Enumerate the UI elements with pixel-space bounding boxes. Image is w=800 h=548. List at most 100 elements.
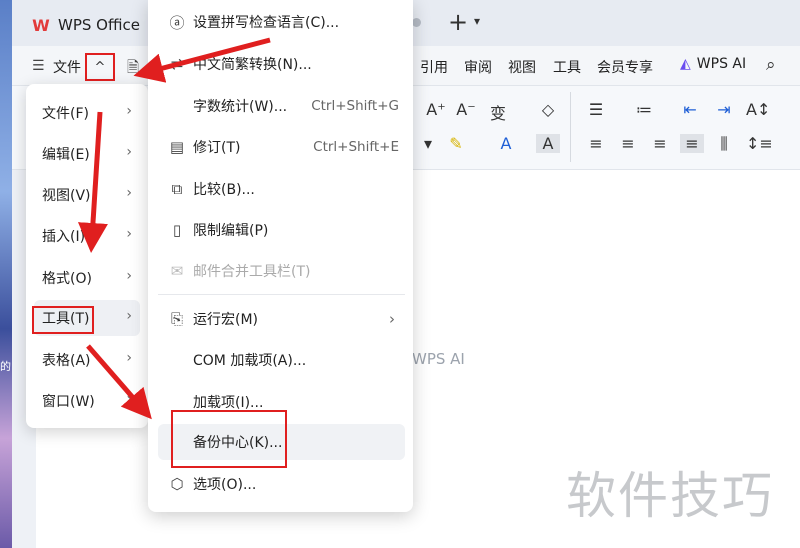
submenu-label: 加载项(I)...: [193, 395, 264, 411]
submenu-options[interactable]: ⬡ 选项(O)...: [158, 466, 405, 502]
phonetic-icon[interactable]: 变: [486, 100, 510, 124]
search-icon[interactable]: ⌕: [766, 55, 776, 75]
submenu-shortcut: Ctrl+Shift+G: [311, 98, 399, 114]
submenu-shortcut: Ctrl+Shift+E: [313, 139, 399, 155]
desktop-fragment-text: 的: [0, 360, 11, 373]
bullet-list-icon[interactable]: ☰: [584, 100, 608, 119]
font-color-icon[interactable]: A: [494, 134, 518, 153]
chevron-right-icon: ›: [126, 308, 132, 324]
chevron-right-icon: ›: [126, 103, 132, 119]
distribute-icon[interactable]: ⫼: [712, 134, 736, 154]
menu-item-label: 表格(A): [42, 353, 91, 369]
menu-item-label: 插入(I): [42, 229, 86, 245]
submenu-com-addins[interactable]: COM 加载项(A)...: [158, 342, 405, 378]
chevron-right-icon: ›: [126, 226, 132, 242]
save-icon[interactable]: 🗎: [127, 57, 139, 82]
menu-member[interactable]: 会员专享: [597, 57, 653, 77]
mail-merge-icon: ✉: [170, 262, 184, 280]
menu-item-label: 格式(O): [42, 271, 92, 287]
wps-ai-label: WPS AI: [696, 56, 747, 72]
increase-font-icon[interactable]: A⁺: [424, 100, 448, 119]
submenu-run-macro[interactable]: ⎘ 运行宏(M) ›: [158, 301, 405, 337]
numbered-list-icon[interactable]: ≔: [632, 100, 656, 119]
chevron-right-icon: ›: [126, 185, 132, 201]
submenu-chinese-convert[interactable]: ⇄ 中文简繁转换(N)...: [158, 46, 405, 82]
chevron-right-icon: ›: [126, 391, 132, 407]
submenu-label: 中文简繁转换(N)...: [193, 57, 312, 73]
decrease-font-icon[interactable]: A⁻: [454, 100, 478, 119]
annotation-box-backup-center: [171, 410, 287, 468]
submenu-compare[interactable]: ⧉ 比较(B)...: [158, 171, 405, 207]
wps-ai-button[interactable]: ◭ WPS AI: [680, 56, 746, 72]
submenu-word-count[interactable]: 字数统计(W)... Ctrl+Shift+G: [158, 88, 405, 124]
submenu-label: 字数统计(W)...: [193, 99, 288, 115]
file-dropdown-menu: 文件(F) › 编辑(E) › 视图(V) › 插入(I) › 格式(O) › …: [26, 84, 148, 428]
menu-item-label: 窗口(W): [42, 394, 95, 410]
doc-tab-close-icon[interactable]: [412, 18, 421, 27]
wps-ai-icon: ◭: [680, 56, 691, 72]
macro-icon: ⎘: [170, 310, 183, 328]
menu-item-label: 视图(V): [42, 188, 91, 204]
submenu-label: 限制编辑(P): [193, 223, 269, 239]
menu-item-edit[interactable]: 编辑(E) ›: [34, 136, 140, 172]
menu-view[interactable]: 视图: [508, 57, 536, 77]
submenu-label: 修订(T): [193, 140, 241, 156]
watermark-text: 软件技巧: [566, 467, 774, 525]
submenu-spellcheck-language[interactable]: ⓐ 设置拼写检查语言(C)...: [158, 4, 405, 40]
chevron-right-icon: ›: [126, 350, 132, 366]
increase-indent-icon[interactable]: ⇥: [712, 100, 736, 119]
file-menu-button[interactable]: 文件: [53, 57, 81, 77]
menu-item-label: 编辑(E): [42, 147, 90, 163]
menu-item-format[interactable]: 格式(O) ›: [34, 260, 140, 296]
spellcheck-language-icon: ⓐ: [169, 13, 185, 32]
submenu-label: 设置拼写检查语言(C)...: [193, 15, 340, 31]
hamburger-icon[interactable]: ☰: [32, 58, 45, 74]
tab-list-chevron-icon[interactable]: ▾: [474, 14, 480, 28]
chevron-right-icon: ›: [126, 144, 132, 160]
menu-tools[interactable]: 工具: [553, 57, 581, 77]
align-right-icon[interactable]: ≡: [648, 134, 672, 153]
chevron-right-icon: ›: [126, 268, 132, 284]
align-center-icon[interactable]: ≡: [616, 134, 640, 153]
char-shading-icon[interactable]: A: [536, 134, 560, 153]
chevron-right-icon: ›: [389, 310, 395, 328]
menu-item-window[interactable]: 窗口(W) ›: [34, 383, 140, 419]
eraser-icon[interactable]: ◇: [536, 100, 560, 119]
submenu-restrict-edit[interactable]: ▯ 限制编辑(P): [158, 212, 405, 248]
submenu-mail-merge: ✉ 邮件合并工具栏(T): [158, 253, 405, 289]
justify-icon[interactable]: ≡: [680, 134, 704, 153]
line-spacing-icon[interactable]: ↕≡: [746, 134, 773, 153]
app-tab-label: WPS Office: [58, 16, 140, 34]
options-icon: ⬡: [170, 475, 184, 493]
menu-item-view[interactable]: 视图(V) ›: [34, 177, 140, 213]
menu-item-table[interactable]: 表格(A) ›: [34, 342, 140, 378]
file-menu-caret-button[interactable]: ^: [85, 53, 115, 81]
chinese-convert-icon: ⇄: [170, 55, 184, 73]
menu-item-insert[interactable]: 插入(I) ›: [34, 218, 140, 254]
submenu-label: 比较(B)...: [193, 182, 255, 198]
menu-references[interactable]: 引用: [420, 57, 448, 77]
sort-icon[interactable]: A↕: [746, 100, 770, 119]
annotation-box-tools: [32, 306, 94, 334]
align-left-icon[interactable]: ≡: [584, 134, 608, 153]
restrict-edit-icon: ▯: [172, 221, 182, 239]
menu-review[interactable]: 审阅: [464, 57, 492, 77]
wps-office-tab[interactable]: W WPS Office: [22, 8, 150, 42]
compare-icon: ⧉: [171, 180, 183, 198]
wps-ai-hint: WPS AI: [412, 350, 465, 368]
decrease-indent-icon[interactable]: ⇤: [678, 100, 702, 119]
chevron-down-icon[interactable]: ▾: [416, 134, 440, 153]
wps-logo-icon: W: [32, 15, 50, 35]
menu-item-label: 文件(F): [42, 106, 89, 122]
submenu-divider: [158, 294, 405, 295]
submenu-label: COM 加载项(A)...: [193, 353, 307, 369]
highlight-icon[interactable]: ✎: [444, 134, 468, 153]
submenu-label: 选项(O)...: [193, 477, 257, 493]
new-tab-button[interactable]: +: [448, 10, 468, 34]
submenu-label: 运行宏(M): [193, 312, 259, 328]
submenu-track-changes[interactable]: ▤ 修订(T) Ctrl+Shift+E: [158, 129, 405, 165]
submenu-label: 邮件合并工具栏(T): [193, 264, 311, 280]
track-changes-icon: ▤: [169, 138, 185, 156]
chevron-up-icon: ^: [94, 59, 106, 75]
menu-item-file[interactable]: 文件(F) ›: [34, 95, 140, 131]
